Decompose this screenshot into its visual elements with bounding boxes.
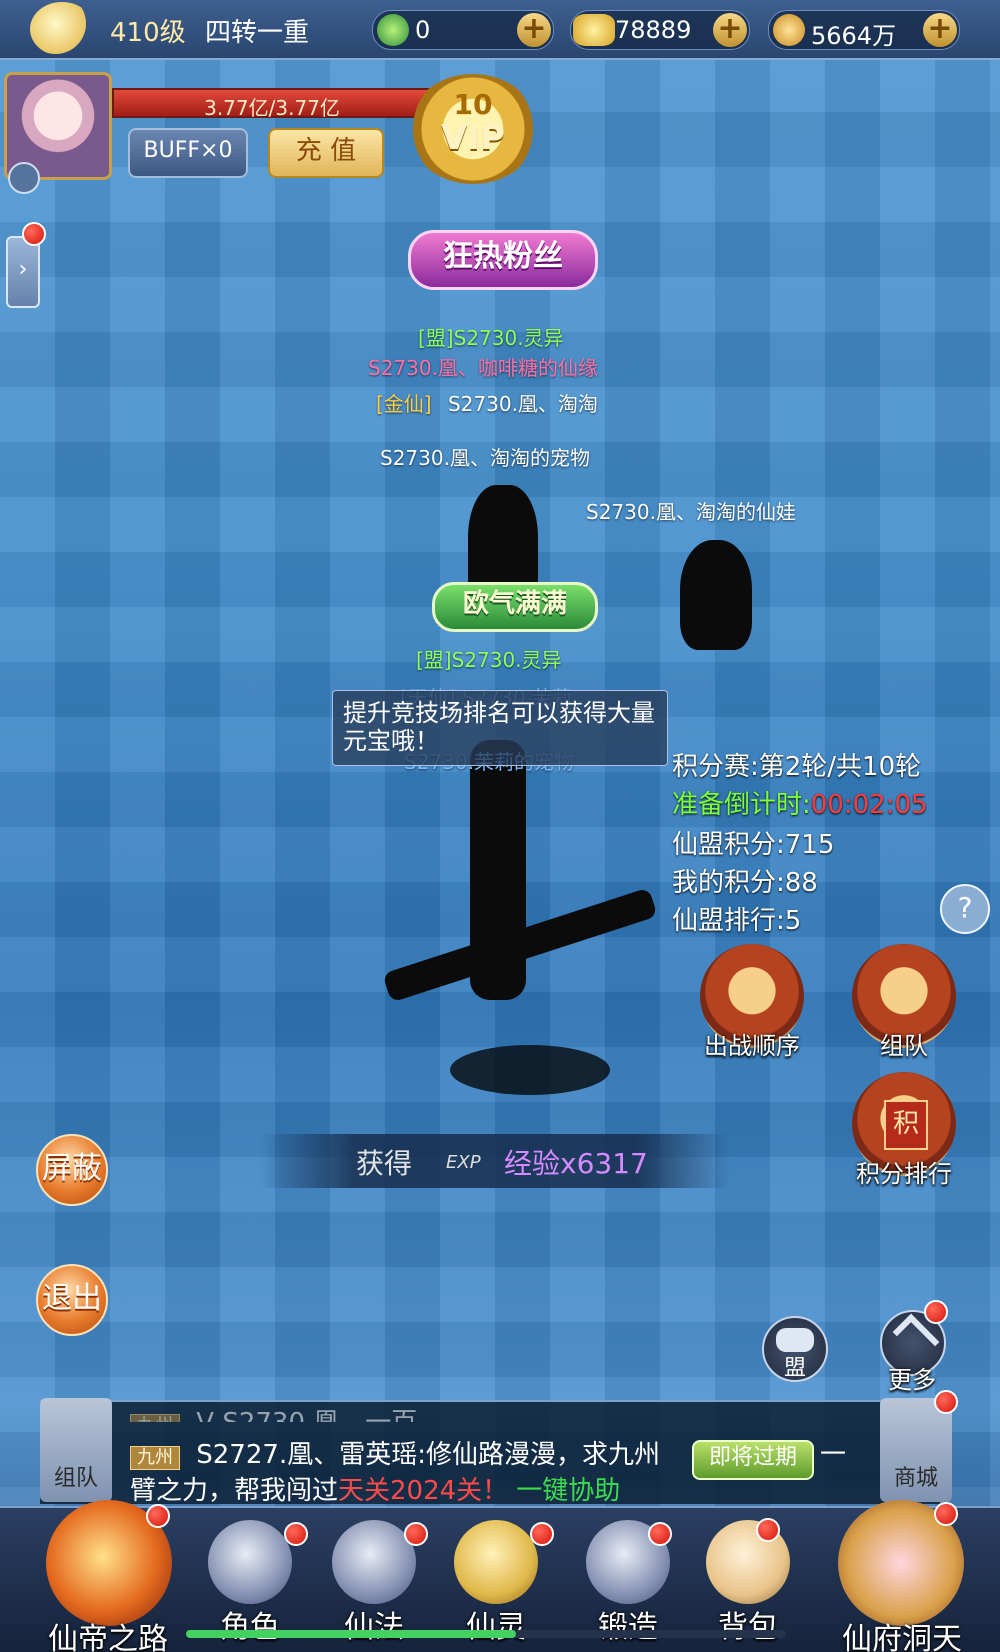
vip-label: VIP <box>441 118 505 158</box>
notification-dot <box>756 1518 780 1542</box>
vip-badge[interactable]: 10 VIP <box>408 74 538 184</box>
exp-tag: EXP <box>446 1152 481 1173</box>
name-tag: [金仙] S2730.凰、淘淘 <box>376 388 598 417</box>
notification-dot <box>648 1522 672 1546</box>
notification-dot <box>22 222 46 246</box>
player-name: S2730.凰、淘淘 <box>447 392 598 416</box>
exp-progress-bar <box>186 1630 786 1638</box>
jade-icon <box>377 14 409 46</box>
countdown-label: 准备倒计时: <box>672 790 811 820</box>
chat-line: 九州 S2727.凰、雷英瑶:修仙路漫漫，求九州 <box>130 1434 660 1471</box>
exp-progress-fill <box>186 1630 516 1638</box>
add-coin-button[interactable]: + <box>923 13 957 47</box>
nav-bag[interactable]: 背包 <box>696 1512 800 1648</box>
notification-dot <box>404 1522 428 1546</box>
score-rank-icon: 积 <box>884 1100 928 1150</box>
nav-label: 背包 <box>718 1610 778 1645</box>
reward-gain-bar: 获得 EXP 经验x6317 <box>260 1134 730 1188</box>
hp-bar: 3.77亿/3.77亿 <box>112 88 432 120</box>
fan-badge: 狂热粉丝 <box>408 230 598 290</box>
alliance-label: 盟 <box>783 1356 806 1381</box>
nav-label: 锻造 <box>598 1610 658 1645</box>
shield-button[interactable]: 屏蔽 <box>36 1134 108 1206</box>
notification-dot <box>934 1390 958 1414</box>
ingot-value: 78889 <box>615 16 692 44</box>
countdown-row: 准备倒计时:00:02:05 <box>672 784 1000 821</box>
title-prefix: [金仙] <box>376 392 432 416</box>
notification-dot <box>284 1522 308 1546</box>
score-rank-label: 积分排行 <box>856 1160 952 1188</box>
nav-immortal-mansion[interactable]: 仙府洞天 <box>812 1496 992 1652</box>
luck-badge: 欧气满满 <box>432 582 598 632</box>
mall-button[interactable]: 商城 <box>880 1398 952 1502</box>
chat-team-label: 组队 <box>53 1466 98 1491</box>
exit-button[interactable]: 退出 <box>36 1264 108 1336</box>
nav-label: 仙灵 <box>466 1610 526 1645</box>
chat-highlight: 天关2024关！ <box>338 1476 509 1506</box>
nav-label: 仙府洞天 <box>842 1622 962 1652</box>
name-tag: S2730.凰、淘淘的宠物 <box>380 446 590 470</box>
chat-text: S2727.凰、雷英瑶:修仙路漫漫，求九州 <box>196 1440 660 1470</box>
notification-dot <box>530 1522 554 1546</box>
expiring-badge[interactable]: 即将过期 <box>692 1440 814 1480</box>
gain-value: 经验x6317 <box>504 1147 648 1180</box>
buff-button[interactable]: BUFF×0 <box>128 128 248 178</box>
chat-text: V S2730.凰、一百. <box>196 1408 425 1422</box>
score-round: 积分赛:第2轮/共10轮 <box>672 752 922 782</box>
ground-shadow <box>450 1045 610 1095</box>
nav-label: 仙法 <box>344 1610 404 1645</box>
top-resource-bar: 410级 四转一重 0 + 78889 + 5664万 + <box>0 0 1000 60</box>
name-tag: [盟]S2730.灵异 <box>416 648 562 672</box>
chat-bubble-icon <box>776 1328 814 1352</box>
channel-tag: 九州 <box>130 1414 180 1422</box>
name-tag: [盟]S2730.灵异 <box>418 326 564 350</box>
more-label: 更多 <box>888 1366 936 1394</box>
add-jade-button[interactable]: + <box>517 13 551 47</box>
chat-text-tail: 一 <box>820 1440 847 1470</box>
channel-tag: 九州 <box>130 1446 180 1470</box>
pet-character[interactable] <box>680 540 752 650</box>
chat-team-button[interactable]: 组队 <box>40 1398 112 1502</box>
nav-label: 角色 <box>220 1610 280 1645</box>
chat-line: 九州 V S2730.凰、一百. <box>130 1402 426 1422</box>
notification-dot <box>146 1504 170 1528</box>
add-ingot-button[interactable]: + <box>713 13 747 47</box>
speaker-icon[interactable] <box>8 162 40 194</box>
jade-value: 0 <box>415 16 431 44</box>
name-tag: S2730.凰、咖啡糖的仙缘 <box>368 356 598 380</box>
vip-level: 10 <box>453 88 493 121</box>
player-realm: 四转一重 <box>205 18 310 48</box>
gold-ingot-icon <box>573 14 615 46</box>
player-level: 410级 <box>110 18 186 48</box>
notification-dot <box>924 1300 948 1324</box>
game-scene: 410级 四转一重 0 + 78889 + 5664万 + 3.77亿/3.77… <box>0 0 1000 1652</box>
hint-tooltip: 提升竞技场排名可以获得大量元宝哦！ <box>332 690 668 766</box>
coin-value: 5664万 <box>811 22 897 50</box>
hp-text: 3.77亿/3.77亿 <box>204 96 340 120</box>
copper-coin-icon <box>773 14 805 46</box>
mall-label: 商城 <box>893 1466 938 1491</box>
ingot-counter: 78889 + <box>570 10 750 50</box>
chat-line: 臂之力，帮我闯过天关2024关！ 一键协助 <box>130 1470 620 1507</box>
alliance-score: 仙盟积分:715 <box>672 830 835 860</box>
alliance-button[interactable]: 盟 <box>762 1316 828 1382</box>
coin-counter: 5664万 + <box>768 10 960 50</box>
bell-icon <box>454 1520 538 1604</box>
assist-link[interactable]: 一键协助 <box>516 1476 620 1506</box>
countdown-timer: 00:02:05 <box>810 790 928 820</box>
help-icon[interactable]: ? <box>940 884 990 934</box>
name-tag: S2730.凰、淘淘的仙娃 <box>586 500 796 524</box>
helmet-icon <box>208 1520 292 1604</box>
gain-label: 获得 <box>356 1147 413 1180</box>
side-expand-button[interactable]: › <box>6 236 40 308</box>
jade-counter: 0 + <box>372 10 554 50</box>
moon-icon <box>30 2 94 56</box>
notification-dot <box>934 1502 958 1526</box>
recharge-button[interactable]: 充 值 <box>268 128 384 178</box>
nav-label: 仙帝之路 <box>48 1622 168 1652</box>
battle-order-label: 出战顺序 <box>704 1032 800 1060</box>
team-label: 组队 <box>880 1032 928 1060</box>
